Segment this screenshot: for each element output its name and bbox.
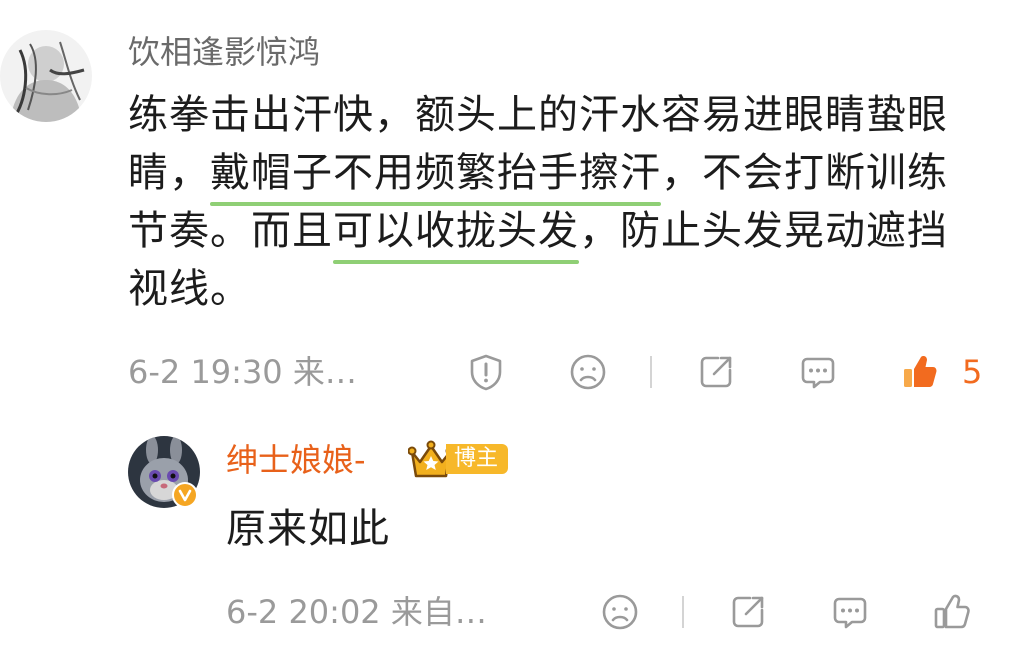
reply-body: 原来如此 [226, 506, 390, 552]
blogger-badge: 博主 [407, 440, 526, 478]
frown-face-icon[interactable] [568, 352, 608, 392]
thumbs-up-icon[interactable] [900, 352, 940, 392]
report-icon[interactable] [466, 352, 506, 392]
like-count: 5 [962, 353, 983, 391]
frown-face-icon[interactable] [600, 592, 640, 632]
reply-actions: 6-2 20:02 来自… [226, 590, 986, 634]
actions-divider [650, 356, 652, 388]
thumbs-up-icon[interactable] [932, 592, 972, 632]
share-icon[interactable] [728, 592, 768, 632]
highlighted-phrase[interactable]: 可以收拢头发 [333, 208, 579, 254]
comment-body: 练拳击出汗快，额头上的汗水容易进眼睛蛰眼睛，戴帽子不用频繁抬手擦汗，不会打断训练… [128, 86, 984, 318]
share-icon[interactable] [696, 352, 736, 392]
comment-timestamp: 6-2 19:30 来… [128, 353, 357, 391]
comment-icon[interactable] [798, 352, 838, 392]
reply-username[interactable]: 绅士娘娘- [226, 440, 366, 480]
actions-divider [682, 596, 684, 628]
blogger-badge-label: 博主 [446, 444, 509, 474]
commenter-avatar[interactable] [0, 30, 92, 122]
highlighted-phrase[interactable]: 戴帽子不用频繁抬手擦汗 [210, 150, 661, 196]
verified-badge-icon [172, 482, 198, 508]
comment-actions: 6-2 19:30 来… 5 [128, 350, 998, 394]
commenter-username[interactable]: 饮相逢影惊鸿 [128, 32, 320, 72]
reply-timestamp: 6-2 20:02 来自… [226, 593, 487, 631]
comment-icon[interactable] [830, 592, 870, 632]
